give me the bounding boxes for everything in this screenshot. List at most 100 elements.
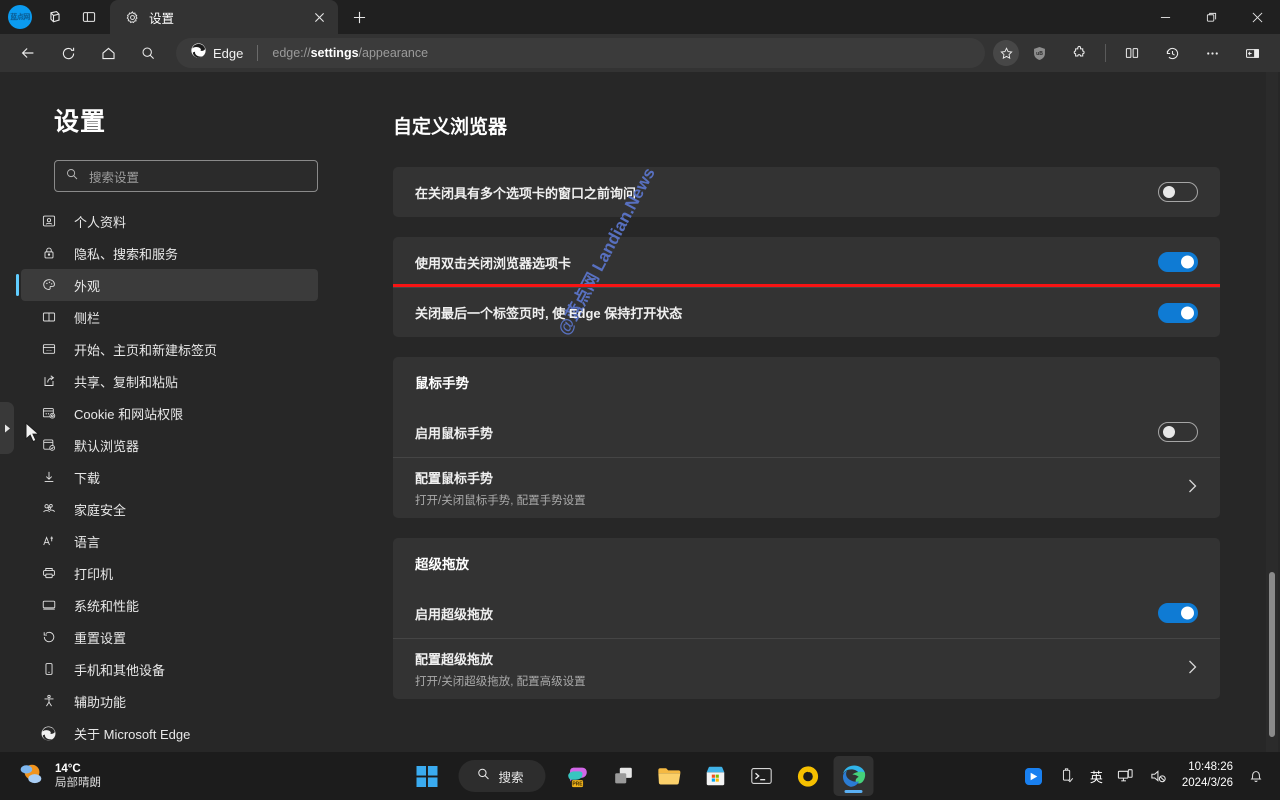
setting-row-toggle[interactable]: 启用超级拖放 — [393, 588, 1220, 638]
url-bold: settings — [310, 46, 359, 60]
taskbar-search[interactable]: 搜索 — [458, 760, 546, 792]
avatar[interactable]: 蓝点网 — [8, 5, 32, 29]
phone-devices-icon — [40, 661, 57, 678]
terminal-icon[interactable] — [742, 756, 782, 796]
taskbar-search-label: 搜索 — [498, 770, 524, 785]
download-icon — [40, 469, 57, 486]
setting-row-toggle[interactable]: 使用双击关闭浏览器选项卡 — [393, 237, 1220, 287]
sidebar-item-15[interactable]: 辅助功能 — [21, 685, 318, 717]
setting-row-link[interactable]: 配置鼠标手势 打开/关闭鼠标手势, 配置手势设置 — [393, 457, 1220, 518]
search-input[interactable]: 搜索设置 — [54, 160, 318, 192]
sidebar-item-0[interactable]: 个人资料 — [21, 205, 318, 237]
sidebar-item-label: 外观 — [74, 278, 101, 294]
card-header: 超级拖放 — [393, 538, 1220, 588]
weather-widget[interactable]: 14°C 局部晴朗 — [0, 761, 101, 792]
ublock-icon[interactable]: uB — [1023, 38, 1055, 68]
windows-start-icon[interactable] — [406, 756, 446, 796]
sidebar-item-2[interactable]: 外观 — [16, 269, 318, 301]
copilot-icon[interactable]: PRE — [558, 756, 598, 796]
address-bar[interactable]: Edge edge://settings/appearance — [176, 38, 985, 68]
settings-card: 鼠标手势 启用鼠标手势 配置鼠标手势 打开/关闭鼠标手势, 配置手势设置 — [393, 357, 1220, 518]
setting-toggle[interactable] — [1158, 422, 1198, 442]
search-icon[interactable] — [132, 38, 164, 68]
card-header-label: 超级拖放 — [415, 557, 469, 572]
tab-settings[interactable]: 设置 — [110, 0, 338, 34]
sidebar-item-8[interactable]: 下载 — [21, 461, 318, 493]
setting-toggle[interactable] — [1158, 603, 1198, 623]
ime-indicator[interactable]: 英 — [1090, 767, 1103, 786]
split-screen-icon[interactable] — [1116, 38, 1148, 68]
sidebar-toggle-icon[interactable] — [1236, 38, 1268, 68]
close-icon[interactable] — [1234, 0, 1280, 34]
edge-logo-icon — [190, 42, 207, 64]
sidebar-item-label: 打印机 — [74, 566, 114, 582]
scrollbar[interactable] — [1266, 72, 1278, 752]
sidebar-item-4[interactable]: 开始、主页和新建标签页 — [21, 333, 318, 365]
sidebar-item-9[interactable]: 家庭安全 — [21, 493, 318, 525]
palette-icon — [40, 277, 57, 294]
setting-row-toggle[interactable]: 关闭最后一个标签页时, 使 Edge 保持打开状态 — [393, 284, 1220, 337]
sidebar-item-label: 重置设置 — [74, 630, 127, 646]
minimize-icon[interactable] — [1142, 0, 1188, 34]
more-options-icon[interactable] — [1196, 38, 1228, 68]
search-settings-wrap: 搜索设置 — [54, 160, 345, 192]
url-suffix: /appearance — [358, 46, 429, 60]
back-arrow-icon[interactable] — [12, 38, 44, 68]
workspaces-icon[interactable] — [38, 3, 68, 31]
extensions-puzzle-icon[interactable] — [1063, 38, 1095, 68]
close-icon[interactable] — [308, 6, 330, 28]
tab-actions-icon[interactable] — [74, 3, 104, 31]
task-view-icon[interactable] — [604, 756, 644, 796]
printer-icon — [40, 565, 57, 582]
sidebar-item-16[interactable]: 关于 Microsoft Edge — [21, 717, 318, 749]
sidebar-item-13[interactable]: 重置设置 — [21, 621, 318, 653]
cookie-settings-icon — [40, 405, 57, 422]
setting-row-toggle[interactable]: 在关闭具有多个选项卡的窗口之前询问 — [393, 167, 1220, 217]
sidebar-item-label: 家庭安全 — [74, 502, 127, 518]
taskbar-clock[interactable]: 10:48:26 2024/3/26 — [1182, 760, 1233, 791]
volume-muted-icon[interactable] — [1149, 766, 1169, 786]
sidebar-item-11[interactable]: 打印机 — [21, 557, 318, 589]
maximize-icon[interactable] — [1188, 0, 1234, 34]
tray-app-icon[interactable] — [1024, 766, 1044, 786]
scrollbar-thumb[interactable] — [1269, 572, 1275, 737]
setting-toggle[interactable] — [1158, 302, 1198, 323]
setting-toggle[interactable] — [1158, 182, 1198, 202]
usb-eject-icon[interactable] — [1057, 766, 1077, 786]
svg-text:uB: uB — [1036, 50, 1043, 56]
sidebar-item-label: 默认浏览器 — [74, 438, 140, 454]
microsoft-store-icon[interactable] — [696, 756, 736, 796]
family-safety-icon — [40, 501, 57, 518]
titlebar-left-controls: 蓝点网 — [0, 0, 104, 34]
network-icon[interactable] — [1116, 766, 1136, 786]
home-icon[interactable] — [92, 38, 124, 68]
setting-row-link[interactable]: 配置超级拖放 打开/关闭超级拖放, 配置高级设置 — [393, 638, 1220, 699]
sidebar-item-label: 手机和其他设备 — [74, 662, 166, 678]
star-icon[interactable] — [993, 40, 1019, 66]
toolbar-divider — [1105, 44, 1106, 62]
settings-card: 使用双击关闭浏览器选项卡关闭最后一个标签页时, 使 Edge 保持打开状态 — [393, 237, 1220, 337]
bell-icon[interactable] — [1246, 766, 1266, 786]
history-icon[interactable] — [1156, 38, 1188, 68]
sidebar-item-12[interactable]: 系统和性能 — [21, 589, 318, 621]
sidebar-item-7[interactable]: 默认浏览器 — [21, 429, 318, 461]
new-tab-button[interactable] — [344, 3, 374, 31]
sidebar-item-5[interactable]: 共享、复制和粘贴 — [21, 365, 318, 397]
sidebar-item-14[interactable]: 手机和其他设备 — [21, 653, 318, 685]
weather-temperature: 14°C — [55, 762, 81, 775]
sidebar-flyout-handle[interactable] — [0, 402, 14, 454]
sidebar-item-3[interactable]: 侧栏 — [21, 301, 318, 333]
settings-page: 设置 搜索设置 个人资料 隐私、搜索和服务 外观 侧栏 开始、主页和新建标签页 共享、复制… — [0, 72, 1280, 752]
chromium-icon[interactable] — [788, 756, 828, 796]
file-explorer-icon[interactable] — [650, 756, 690, 796]
setting-label: 关闭最后一个标签页时, 使 Edge 保持打开状态 — [415, 306, 683, 321]
sidebar-item-1[interactable]: 隐私、搜索和服务 — [21, 237, 318, 269]
sidebar-item-6[interactable]: Cookie 和网站权限 — [21, 397, 318, 429]
refresh-icon[interactable] — [52, 38, 84, 68]
setting-toggle[interactable] — [1158, 252, 1198, 272]
edge-icon[interactable] — [833, 756, 874, 796]
sidebar-item-label: 语言 — [74, 534, 101, 550]
setting-row-toggle[interactable]: 启用鼠标手势 — [393, 407, 1220, 457]
settings-card: 超级拖放启用超级拖放 配置超级拖放 打开/关闭超级拖放, 配置高级设置 — [393, 538, 1220, 699]
sidebar-item-10[interactable]: 语言 — [21, 525, 318, 557]
